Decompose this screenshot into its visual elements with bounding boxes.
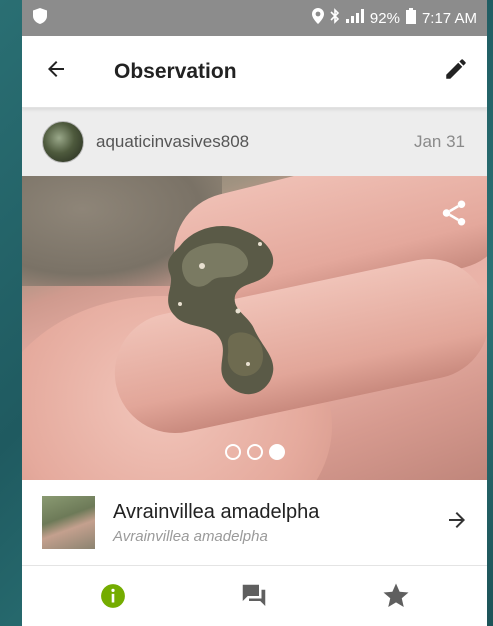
bluetooth-icon xyxy=(330,8,340,28)
location-icon xyxy=(311,8,324,28)
info-icon xyxy=(100,584,125,608)
photo-pager xyxy=(22,444,487,460)
battery-icon xyxy=(405,8,416,28)
edit-button[interactable] xyxy=(443,56,469,87)
app-bar: Observation xyxy=(22,36,487,108)
tab-info[interactable] xyxy=(83,576,143,616)
battery-percent: 92% xyxy=(369,9,400,27)
taxon-open-button[interactable] xyxy=(445,508,469,537)
status-bar: 92% 7:17 AM xyxy=(22,0,487,36)
taxon-scientific-name: Avrainvillea amadelpha xyxy=(113,527,268,545)
tab-favorites[interactable] xyxy=(366,576,426,616)
phone-screen: 92% 7:17 AM Observation aquaticinvasives… xyxy=(22,0,487,626)
arrow-back-icon xyxy=(48,61,64,77)
page-title: Observation xyxy=(114,59,237,83)
tab-bar xyxy=(22,566,487,626)
pager-dot-active[interactable] xyxy=(268,444,285,460)
pager-dot[interactable] xyxy=(246,444,263,460)
share-button[interactable] xyxy=(439,198,469,233)
observation-date: Jan 31 xyxy=(413,132,465,151)
observation-photo[interactable] xyxy=(22,176,487,480)
clock-time: 7:17 AM xyxy=(421,9,477,27)
avatar[interactable] xyxy=(42,121,84,163)
algae-specimen xyxy=(168,226,274,395)
arrow-forward-icon xyxy=(449,512,465,528)
taxon-row[interactable]: Avrainvillea amadelpha Avrainvillea amad… xyxy=(22,480,487,566)
taxon-name: Avrainvillea amadelpha xyxy=(113,500,320,523)
share-icon xyxy=(442,200,466,226)
username[interactable]: aquaticinvasives808 xyxy=(96,132,414,152)
chat-icon xyxy=(243,584,266,606)
pager-dot[interactable] xyxy=(224,444,241,460)
tab-activity[interactable] xyxy=(224,576,284,616)
observer-bar[interactable]: aquaticinvasives808 Jan 31 xyxy=(22,108,487,176)
back-button[interactable] xyxy=(44,57,68,86)
pencil-icon xyxy=(446,59,466,79)
shield-icon xyxy=(32,7,48,29)
taxon-thumbnail xyxy=(42,496,95,549)
signal-icon xyxy=(345,9,364,27)
star-icon xyxy=(383,583,409,607)
